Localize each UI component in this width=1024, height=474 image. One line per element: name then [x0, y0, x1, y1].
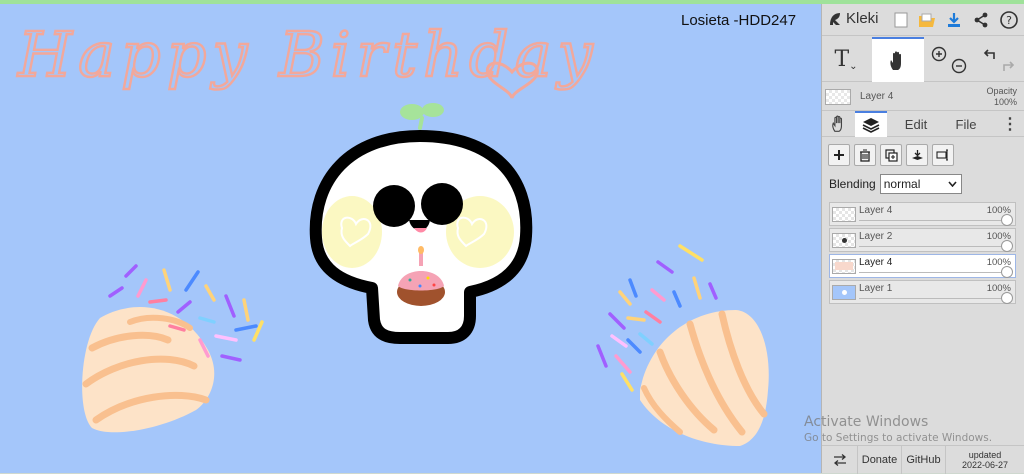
blending-row: Blending normal [829, 174, 962, 194]
rename-layer-button[interactable] [932, 144, 954, 166]
new-image-icon[interactable] [890, 9, 912, 31]
layer-item-active[interactable]: Layer 4 100% [829, 254, 1016, 278]
layers-icon [862, 118, 880, 133]
tab-layers[interactable] [855, 111, 887, 137]
layer-thumbnail [832, 259, 856, 274]
layer-name: Layer 4 [859, 257, 893, 268]
swap-sides-icon[interactable] [822, 445, 858, 474]
zoom-out-icon[interactable] [948, 43, 970, 88]
tab-file[interactable]: File [944, 111, 988, 137]
drawing-canvas[interactable]: Happy Birthday Losieta -HDD247 [0, 4, 821, 473]
current-layer-header: Layer 4 Opacity 100% [822, 83, 1024, 111]
artwork: Happy Birthday [16, 17, 769, 446]
layer-name: Layer 1 [859, 283, 893, 294]
current-layer-name: Layer 4 [860, 91, 894, 102]
undo-icon[interactable] [980, 31, 1000, 76]
sidebar-footer: Donate GitHub updated 2022-06-27 [822, 445, 1024, 474]
layer-thumbnail [832, 285, 856, 300]
layer-thumbnail [832, 233, 856, 248]
updated-info: updated 2022-06-27 [946, 450, 1024, 470]
blending-value: normal [883, 177, 921, 191]
open-folder-icon[interactable] [916, 9, 938, 31]
blending-select[interactable]: normal [879, 174, 962, 194]
opacity-track [859, 298, 1001, 299]
tool-row: T ⌄ [822, 37, 1024, 82]
tab-edit[interactable]: Edit [894, 111, 938, 137]
opacity-slider-knob[interactable] [1001, 266, 1013, 278]
sprout [400, 103, 444, 130]
download-icon[interactable] [943, 9, 965, 31]
hand-tool-icon [890, 50, 901, 70]
add-layer-button[interactable] [828, 144, 850, 166]
current-layer-thumbnail [825, 89, 851, 105]
updated-date: 2022-06-27 [961, 459, 1009, 470]
windows-activation-watermark: Activate Windows Go to Settings to activ… [804, 414, 992, 444]
donate-button[interactable]: Donate [858, 445, 902, 474]
opacity-track [859, 246, 1001, 247]
more-menu-icon[interactable]: ⋮ [1000, 111, 1020, 137]
activation-subtitle: Go to Settings to activate Windows. [804, 432, 993, 444]
greeting-text: Happy Birthday [17, 18, 599, 91]
blending-label: Blending [829, 177, 876, 191]
layer-buttons [828, 144, 954, 166]
text-tool-icon: T [834, 47, 850, 72]
tab-hand[interactable] [824, 111, 854, 137]
github-button[interactable]: GitHub [902, 445, 946, 474]
app-window: Happy Birthday Losieta -HDD247 Kleki ? T… [0, 0, 1024, 474]
opacity-slider-knob[interactable] [1001, 214, 1013, 226]
layer-item[interactable]: Layer 4 100% [829, 202, 1016, 226]
brand[interactable]: Kleki [828, 10, 879, 27]
trash-icon [860, 148, 870, 162]
chevron-down-icon [948, 181, 957, 187]
opacity-label: Opacity [986, 86, 1017, 96]
delete-layer-button[interactable] [854, 144, 876, 166]
layer-item[interactable]: Layer 1 100% [829, 280, 1016, 304]
skull-character [309, 130, 533, 344]
opacity-value: 100% [993, 97, 1017, 107]
sidebar: Kleki ? T ⌄ Layer 4 Opacity 100% Edit Fi… [821, 4, 1024, 474]
activation-title: Activate Windows [804, 414, 929, 430]
chevron-down-icon: ⌄ [849, 61, 858, 72]
svg-text:?: ? [1006, 14, 1012, 27]
updated-label: updated [968, 449, 1002, 460]
opacity-slider-knob[interactable] [1001, 292, 1013, 304]
party-hat-left [82, 307, 215, 433]
layer-item[interactable]: Layer 2 100% [829, 228, 1016, 252]
opacity-track [859, 220, 1001, 221]
redo-icon[interactable] [998, 43, 1018, 88]
hand-tool[interactable] [872, 37, 924, 82]
artist-signature: Losieta -HDD247 [681, 12, 797, 29]
plus-icon [834, 150, 844, 160]
layer-thumbnail [832, 207, 856, 222]
app-name: Kleki [846, 10, 879, 27]
text-tool[interactable]: T ⌄ [822, 37, 870, 82]
layer-name: Layer 2 [859, 231, 893, 242]
party-hat-right [640, 310, 769, 446]
current-layer-opacity: Opacity 100% [986, 86, 1017, 108]
duplicate-layer-button[interactable] [880, 144, 902, 166]
kleki-logo-icon [830, 12, 840, 25]
panel-tabs: Edit File ⋮ [822, 111, 1024, 137]
merge-down-icon [911, 149, 923, 160]
hand-icon [832, 115, 843, 132]
help-icon[interactable]: ? [998, 9, 1020, 31]
share-icon[interactable] [970, 9, 992, 31]
opacity-track [859, 272, 1001, 273]
zoom-in-icon[interactable] [928, 31, 950, 76]
merge-down-button[interactable] [906, 144, 928, 166]
rename-icon [936, 149, 948, 161]
layer-name: Layer 4 [859, 205, 893, 216]
duplicate-icon [884, 148, 898, 162]
opacity-slider-knob[interactable] [1001, 240, 1013, 252]
